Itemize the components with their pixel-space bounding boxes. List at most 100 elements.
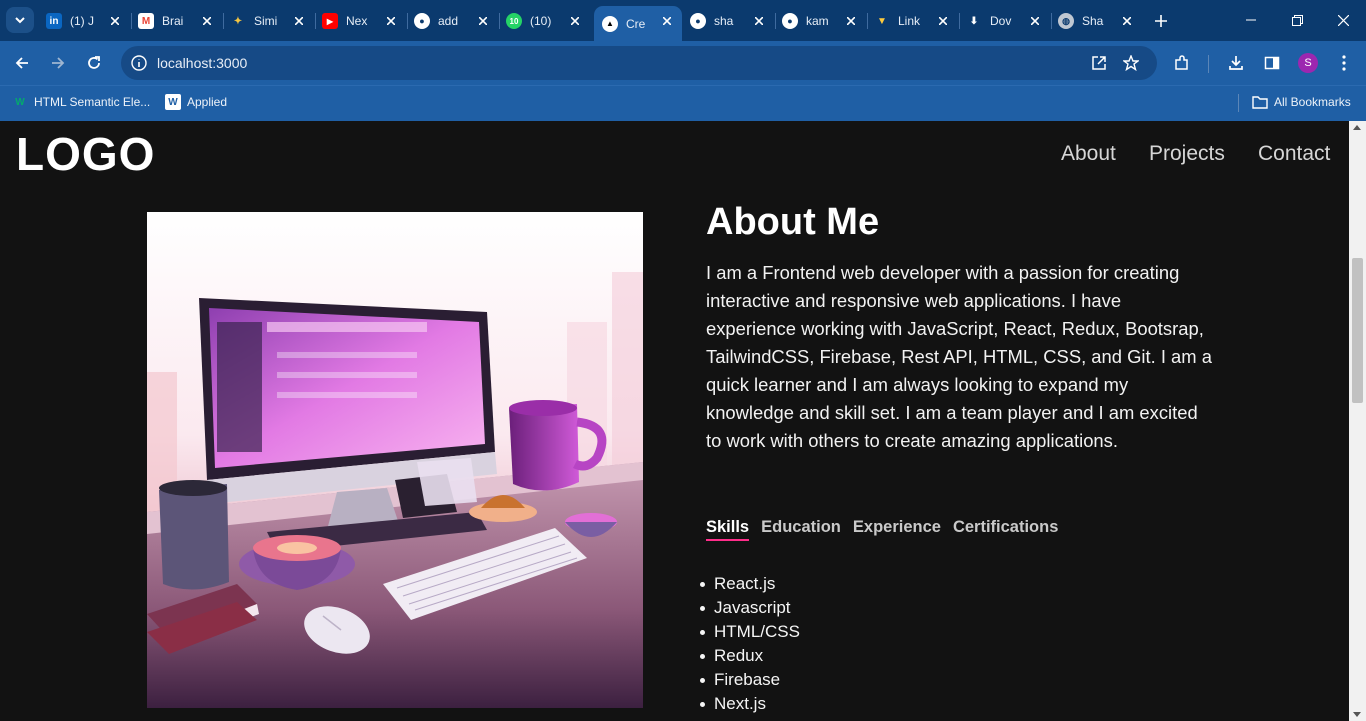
browser-tab-5[interactable]: ● add [414, 6, 498, 36]
browser-tab-8[interactable]: ● sha [690, 6, 774, 36]
profile-button[interactable]: S [1294, 49, 1322, 77]
tab-education[interactable]: Education [761, 518, 841, 541]
bookmark-html-semantic[interactable]: W HTML Semantic Ele... [12, 94, 150, 110]
tab-skills[interactable]: Skills [706, 518, 750, 541]
chevron-down-icon [15, 16, 25, 23]
bookmark-star-icon[interactable] [1121, 53, 1141, 73]
browser-tab-2[interactable]: M Brai [138, 6, 222, 36]
list-item: HTML/CSS [700, 620, 800, 644]
bookmarks-bar: W HTML Semantic Ele... W Applied All Boo… [0, 85, 1366, 121]
download-icon: ⬇ [969, 15, 979, 27]
tab-search-button[interactable] [6, 7, 34, 33]
avatar: S [1298, 53, 1318, 73]
browser-toolbar: localhost:3000 S [0, 41, 1366, 85]
browser-menu-button[interactable] [1330, 49, 1358, 77]
back-button[interactable] [8, 49, 36, 77]
list-item: React.js [700, 572, 800, 596]
browser-tab-4[interactable]: ▶ Nex [322, 6, 406, 36]
open-in-app-icon[interactable] [1089, 53, 1109, 73]
github-icon: ● [690, 13, 706, 29]
nav-link-about[interactable]: About [1061, 142, 1116, 166]
arrow-right-icon [52, 57, 65, 69]
browser-tab-10[interactable]: ▼ Link [874, 6, 958, 36]
folder-icon [1252, 94, 1268, 110]
browser-tab-6[interactable]: 10 (10) [506, 6, 590, 36]
list-item: Javascript [700, 596, 800, 620]
scroll-up-arrow-icon[interactable] [1353, 125, 1361, 130]
browser-tab-strip: in (1) J M Brai ✦ Simi ▶ Nex ● add 10 (1… [0, 0, 1366, 41]
about-tabs: Skills Education Experience Certificatio… [706, 518, 1070, 541]
browser-tab-11[interactable]: ⬇ Dov [966, 6, 1050, 36]
linkedin-icon: in [46, 13, 62, 29]
github-icon: ● [414, 13, 430, 29]
forward-button[interactable] [44, 49, 72, 77]
list-item: Redux [700, 644, 800, 668]
scroll-down-arrow-icon[interactable] [1353, 712, 1361, 717]
w3-icon: W [15, 96, 25, 108]
nav-link-contact[interactable]: Contact [1258, 142, 1330, 166]
close-icon[interactable] [108, 14, 122, 28]
browser-tab-7-active[interactable]: ▲ Cre [594, 6, 682, 41]
reload-icon [88, 56, 100, 69]
download-icon [1229, 56, 1243, 70]
similar-icon: ✦ [233, 15, 243, 27]
nextjs-icon: ▲ [602, 15, 618, 32]
minimize-icon [1246, 19, 1256, 21]
address-bar[interactable]: localhost:3000 [121, 46, 1157, 80]
page-scrollbar[interactable] [1349, 121, 1366, 721]
browser-tab-9[interactable]: ● kam [782, 6, 866, 36]
all-bookmarks-button[interactable]: All Bookmarks [1252, 94, 1351, 110]
github-icon: ● [782, 13, 798, 29]
close-icon[interactable] [568, 14, 582, 28]
close-icon [1337, 14, 1349, 26]
extensions-button[interactable] [1168, 49, 1196, 77]
list-item: Next.js [700, 692, 800, 716]
close-icon[interactable] [292, 14, 306, 28]
restore-button[interactable] [1274, 6, 1320, 34]
close-icon[interactable] [1028, 14, 1042, 28]
tab-certifications[interactable]: Certifications [953, 518, 1058, 541]
close-icon[interactable] [476, 14, 490, 28]
restore-icon [1291, 14, 1303, 26]
plus-icon [1155, 15, 1167, 27]
about-heading: About Me [706, 201, 880, 243]
arrow-left-icon [15, 57, 28, 69]
close-icon[interactable] [384, 14, 398, 28]
close-icon[interactable] [936, 14, 950, 28]
side-panel-icon [1264, 56, 1280, 70]
close-icon[interactable] [844, 14, 858, 28]
tab-experience[interactable]: Experience [853, 518, 941, 541]
reload-button[interactable] [80, 49, 108, 77]
whatsapp-icon: 10 [506, 13, 522, 29]
site-info-icon[interactable] [129, 53, 149, 73]
close-icon[interactable] [660, 14, 674, 28]
youtube-icon: ▶ [322, 13, 338, 29]
list-item: Firebase [700, 668, 800, 692]
page-viewport: LOGO About Projects Contact About Me I a… [0, 121, 1349, 721]
close-icon[interactable] [200, 14, 214, 28]
downloads-button[interactable] [1222, 49, 1250, 77]
puzzle-icon [1175, 55, 1188, 70]
gmail-icon: M [138, 13, 154, 29]
minimize-button[interactable] [1228, 6, 1274, 34]
globe-icon: ◍ [1058, 13, 1074, 29]
about-illustration [147, 212, 643, 708]
url-text: localhost:3000 [157, 55, 248, 71]
browser-tab-1[interactable]: in (1) J [46, 6, 130, 36]
browser-tab-3[interactable]: ✦ Simi [230, 6, 314, 36]
skills-list: React.js Javascript HTML/CSS Redux Fireb… [700, 572, 800, 716]
wordpress-icon: W [165, 94, 181, 110]
bookmark-applied[interactable]: W Applied [165, 94, 227, 110]
browser-tab-12[interactable]: ◍ Sha [1058, 6, 1142, 36]
vite-icon: ▼ [877, 15, 887, 27]
about-paragraph: I am a Frontend web developer with a pas… [706, 262, 1212, 451]
scroll-thumb[interactable] [1352, 258, 1363, 403]
kebab-menu-icon [1342, 55, 1346, 71]
site-logo[interactable]: LOGO [16, 127, 155, 181]
new-tab-button[interactable] [1150, 10, 1172, 32]
side-panel-button[interactable] [1258, 49, 1286, 77]
close-icon[interactable] [1120, 14, 1134, 28]
close-icon[interactable] [752, 14, 766, 28]
close-window-button[interactable] [1320, 6, 1366, 34]
nav-link-projects[interactable]: Projects [1149, 142, 1225, 166]
